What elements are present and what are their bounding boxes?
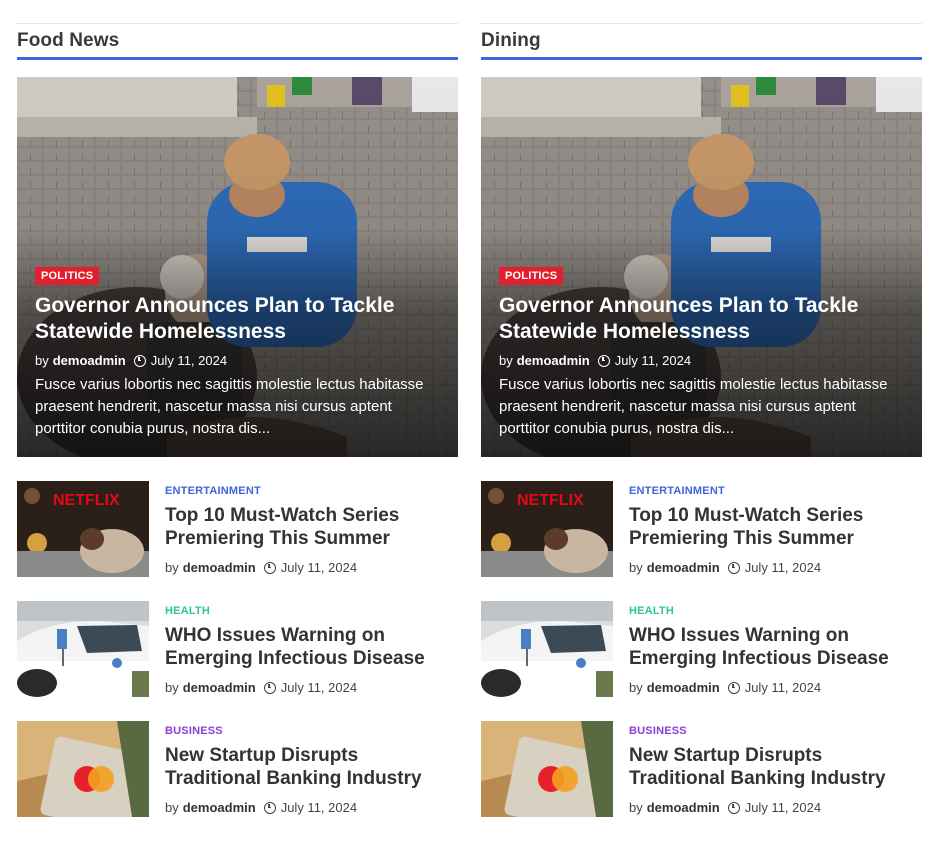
column-title[interactable]: Food News <box>17 30 119 52</box>
category-badge[interactable]: POLITICS <box>499 267 564 285</box>
post-meta: by demoadmin July 11, 2024 <box>165 560 357 575</box>
clock-icon <box>727 561 740 574</box>
post-date[interactable]: July 11, 2024 <box>615 353 691 368</box>
author-link[interactable]: demoadmin <box>647 800 720 815</box>
clock-icon <box>263 801 276 814</box>
item-title[interactable]: Top 10 Must-Watch Series Premiering This… <box>629 504 922 550</box>
post-meta: by demoadmin July 11, 2024 <box>499 353 691 368</box>
author-link[interactable]: demoadmin <box>183 800 256 815</box>
title-underline <box>481 57 922 60</box>
post-date[interactable]: July 11, 2024 <box>745 560 821 575</box>
title-underline <box>17 57 458 60</box>
netflix-logo: NETFLIX <box>517 492 584 509</box>
list-item[interactable]: BUSINESS New Startup Disrupts Traditiona… <box>17 721 458 817</box>
author-link[interactable]: demoadmin <box>183 560 256 575</box>
divider <box>481 23 922 24</box>
category-label[interactable]: BUSINESS <box>165 725 223 737</box>
author-link[interactable]: demoadmin <box>647 560 720 575</box>
item-title[interactable]: WHO Issues Warning on Emerging Infectiou… <box>629 624 922 670</box>
list-item[interactable]: NETFLIX ENTERTAINMENT Top 10 Must-Watch … <box>481 481 922 577</box>
author-link[interactable]: demoadmin <box>53 353 126 368</box>
clock-icon <box>727 801 740 814</box>
post-meta: by demoadmin July 11, 2024 <box>629 800 821 815</box>
category-badge[interactable]: POLITICS <box>35 267 100 285</box>
featured-post[interactable]: POLITICS Governor Announces Plan to Tack… <box>17 77 458 457</box>
category-column-dining: Dining POLITICS Governor Announces Plan … <box>481 0 922 817</box>
category-column-food-news: Food News POLITICS Governor Announces Pl… <box>17 0 458 817</box>
item-title[interactable]: WHO Issues Warning on Emerging Infectiou… <box>165 624 458 670</box>
by-label: by <box>165 800 179 815</box>
column-header: Dining <box>481 0 922 61</box>
item-title[interactable]: New Startup Disrupts Traditional Banking… <box>629 744 922 790</box>
item-title[interactable]: New Startup Disrupts Traditional Banking… <box>165 744 458 790</box>
featured-title[interactable]: Governor Announces Plan to Tackle Statew… <box>35 293 438 345</box>
post-meta: by demoadmin July 11, 2024 <box>35 353 227 368</box>
by-label: by <box>499 353 513 368</box>
by-label: by <box>629 680 643 695</box>
category-label[interactable]: ENTERTAINMENT <box>629 485 725 497</box>
clock-icon <box>597 354 610 367</box>
by-label: by <box>629 800 643 815</box>
list-item[interactable]: HEALTH WHO Issues Warning on Emerging In… <box>17 601 458 697</box>
clock-icon <box>263 681 276 694</box>
list-item[interactable]: NETFLIX ENTERTAINMENT Top 10 Must-Watch … <box>17 481 458 577</box>
post-date[interactable]: July 11, 2024 <box>745 680 821 695</box>
netflix-logo: NETFLIX <box>53 492 120 509</box>
clock-icon <box>133 354 146 367</box>
divider <box>17 23 458 24</box>
post-meta: by demoadmin July 11, 2024 <box>165 680 357 695</box>
by-label: by <box>165 560 179 575</box>
post-date[interactable]: July 11, 2024 <box>745 800 821 815</box>
thumbnail-car[interactable] <box>481 601 613 697</box>
item-title[interactable]: Top 10 Must-Watch Series Premiering This… <box>165 504 458 550</box>
category-label[interactable]: HEALTH <box>629 605 674 617</box>
featured-post[interactable]: POLITICS Governor Announces Plan to Tack… <box>481 77 922 457</box>
post-date[interactable]: July 11, 2024 <box>281 560 357 575</box>
category-label[interactable]: HEALTH <box>165 605 210 617</box>
thumbnail-netflix[interactable]: NETFLIX <box>17 481 149 577</box>
column-title[interactable]: Dining <box>481 30 541 52</box>
post-meta: by demoadmin July 11, 2024 <box>629 560 821 575</box>
post-date[interactable]: July 11, 2024 <box>151 353 227 368</box>
category-label[interactable]: ENTERTAINMENT <box>165 485 261 497</box>
post-meta: by demoadmin July 11, 2024 <box>165 800 357 815</box>
list-item[interactable]: HEALTH WHO Issues Warning on Emerging In… <box>481 601 922 697</box>
clock-icon <box>727 681 740 694</box>
post-date[interactable]: July 11, 2024 <box>281 800 357 815</box>
column-header: Food News <box>17 0 458 61</box>
thumbnail-cards[interactable] <box>481 721 613 817</box>
clock-icon <box>263 561 276 574</box>
thumbnail-netflix[interactable]: NETFLIX <box>481 481 613 577</box>
featured-excerpt: Fusce varius lobortis nec sagittis moles… <box>499 376 888 437</box>
by-label: by <box>35 353 49 368</box>
category-label[interactable]: BUSINESS <box>629 725 687 737</box>
list-item[interactable]: BUSINESS New Startup Disrupts Traditiona… <box>481 721 922 817</box>
thumbnail-cards[interactable] <box>17 721 149 817</box>
author-link[interactable]: demoadmin <box>517 353 590 368</box>
featured-title[interactable]: Governor Announces Plan to Tackle Statew… <box>499 293 902 345</box>
post-meta: by demoadmin July 11, 2024 <box>629 680 821 695</box>
author-link[interactable]: demoadmin <box>183 680 256 695</box>
featured-excerpt: Fusce varius lobortis nec sagittis moles… <box>35 376 424 437</box>
post-date[interactable]: July 11, 2024 <box>281 680 357 695</box>
by-label: by <box>165 680 179 695</box>
author-link[interactable]: demoadmin <box>647 680 720 695</box>
thumbnail-car[interactable] <box>17 601 149 697</box>
by-label: by <box>629 560 643 575</box>
